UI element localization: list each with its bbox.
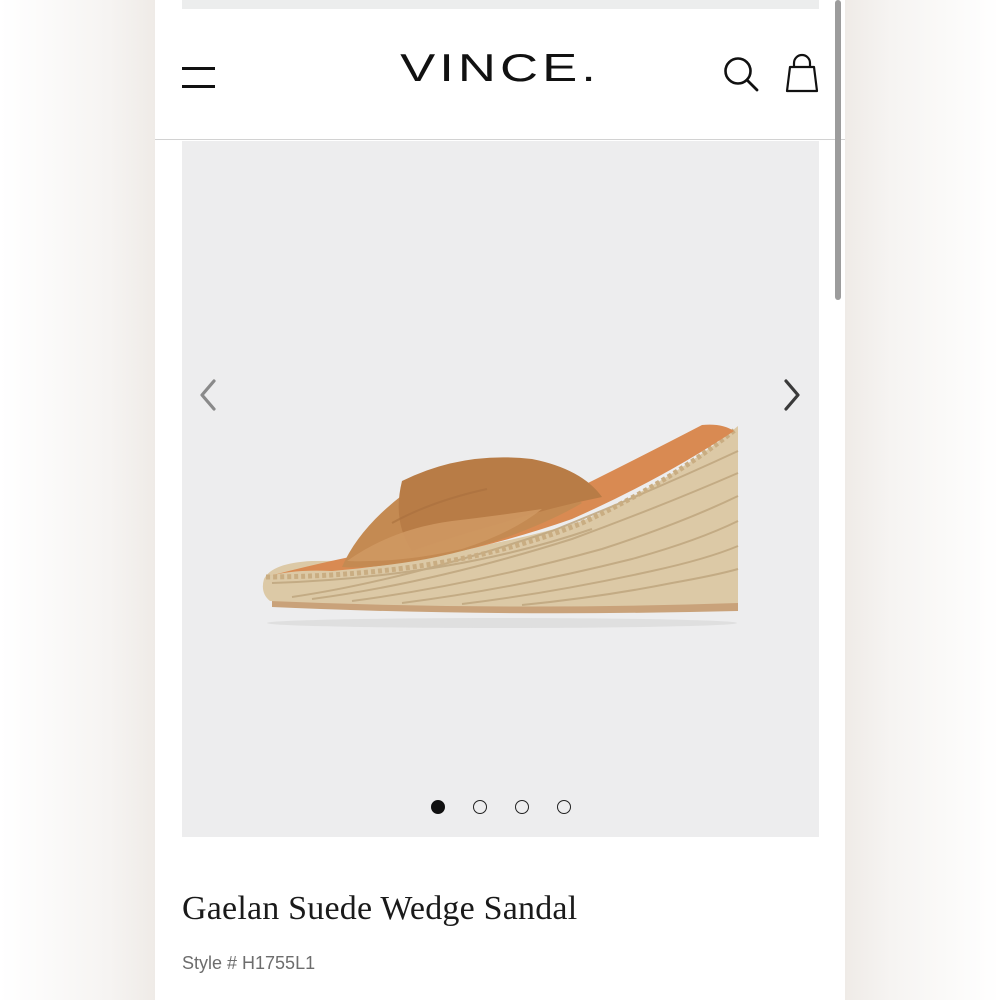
carousel-dot-3[interactable] bbox=[515, 800, 529, 814]
shopping-bag-button[interactable] bbox=[784, 53, 820, 95]
product-image bbox=[262, 424, 739, 628]
backdrop-left bbox=[0, 0, 155, 1000]
phone-screen: VINCE. Gaelan Suede Wedge Sandal Style #… bbox=[155, 0, 845, 1000]
product-title: Gaelan Suede Wedge Sandal bbox=[182, 890, 578, 927]
site-header: VINCE. bbox=[155, 9, 845, 140]
search-icon bbox=[724, 57, 759, 92]
carousel-dot-4[interactable] bbox=[557, 800, 571, 814]
carousel-prev-button[interactable] bbox=[188, 373, 228, 417]
search-button[interactable] bbox=[721, 54, 761, 94]
carousel-next-button[interactable] bbox=[772, 373, 812, 417]
carousel-dot-1[interactable] bbox=[431, 800, 445, 814]
chevron-left-icon bbox=[200, 379, 216, 411]
backdrop-right bbox=[845, 0, 1000, 1000]
chevron-right-icon bbox=[784, 379, 800, 411]
carousel-pagination bbox=[182, 797, 819, 817]
product-image-carousel[interactable] bbox=[182, 141, 819, 837]
page-scrollbar[interactable] bbox=[835, 0, 841, 300]
product-style-number: Style # H1755L1 bbox=[182, 953, 316, 973]
brand-logo[interactable]: VINCE. bbox=[34, 47, 966, 91]
top-strip bbox=[182, 0, 819, 9]
shopping-bag-icon bbox=[785, 53, 819, 93]
carousel-dot-2[interactable] bbox=[473, 800, 487, 814]
